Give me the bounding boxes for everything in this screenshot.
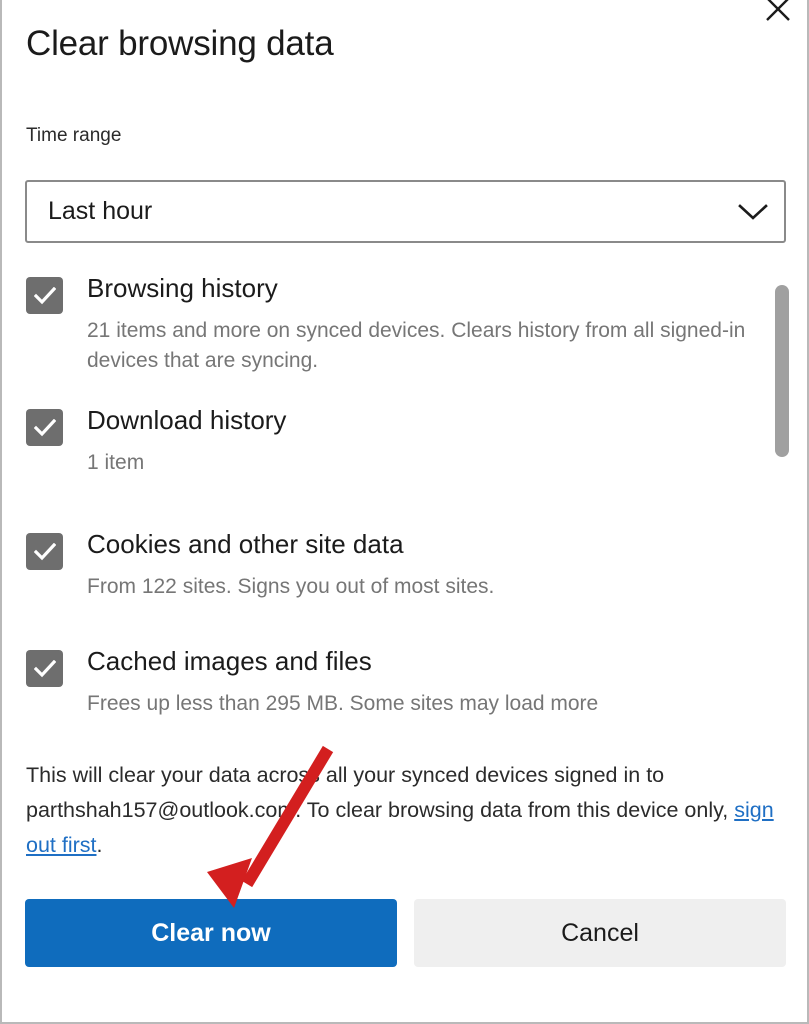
sync-explanation-text: This will clear your data across all you…	[26, 758, 774, 862]
clear-now-button[interactable]: Clear now	[25, 899, 397, 967]
checkbox-browsing-history[interactable]	[26, 277, 63, 314]
option-header-cached-images: Cached images and files	[26, 645, 746, 687]
cancel-button[interactable]: Cancel	[414, 899, 786, 967]
list-item[interactable]: Cached images and files Frees up less th…	[26, 645, 746, 719]
screenshot-root: Clear browsing data Time range Last hour	[0, 0, 809, 1024]
chevron-down-icon	[722, 201, 784, 223]
list-item[interactable]: Browsing history 21 items and more on sy…	[26, 272, 746, 377]
list-item[interactable]: Cookies and other site data From 122 sit…	[26, 528, 746, 602]
option-header-browsing-history: Browsing history	[26, 272, 746, 314]
clear-browsing-data-dialog: Clear browsing data Time range Last hour	[0, 0, 809, 1024]
checkbox-cookies-and-other-site-data[interactable]	[26, 533, 63, 570]
time-range-select[interactable]: Last hour	[25, 180, 786, 243]
data-type-list: Browsing history 21 items and more on sy…	[2, 272, 809, 727]
checkbox-download-history[interactable]	[26, 409, 63, 446]
time-range-label: Time range	[26, 125, 122, 146]
sync-explanation-before-link: This will clear your data across all you…	[26, 763, 735, 822]
time-range-selected-value: Last hour	[48, 197, 153, 225]
dialog-title: Clear browsing data	[26, 24, 334, 63]
option-label-download-history: Download history	[87, 405, 287, 435]
option-description-cookies-and-other-site-data: From 122 sites. Signs you out of most si…	[87, 575, 495, 598]
checkbox-cached-images-and-files[interactable]	[26, 650, 63, 687]
option-header-download-history: Download history	[26, 404, 746, 446]
option-label-browsing-history: Browsing history	[87, 273, 278, 303]
option-description-download-history: 1 item	[87, 451, 145, 474]
scrollbar-thumb[interactable]	[775, 285, 789, 457]
sync-explanation-after-link: .	[96, 832, 103, 857]
scrollbar-track[interactable]	[775, 272, 789, 472]
option-label-cached-images-and-files: Cached images and files	[87, 646, 372, 676]
close-icon	[763, 0, 793, 24]
option-description-browsing-history: 21 items and more on synced devices. Cle…	[87, 319, 746, 373]
option-label-cookies-and-other-site-data: Cookies and other site data	[87, 529, 404, 559]
close-button[interactable]	[755, 0, 801, 32]
option-header-cookies: Cookies and other site data	[26, 528, 746, 570]
list-item[interactable]: Download history 1 item	[26, 404, 746, 478]
option-description-cached-images-and-files: Frees up less than 295 MB. Some sites ma…	[87, 692, 599, 715]
